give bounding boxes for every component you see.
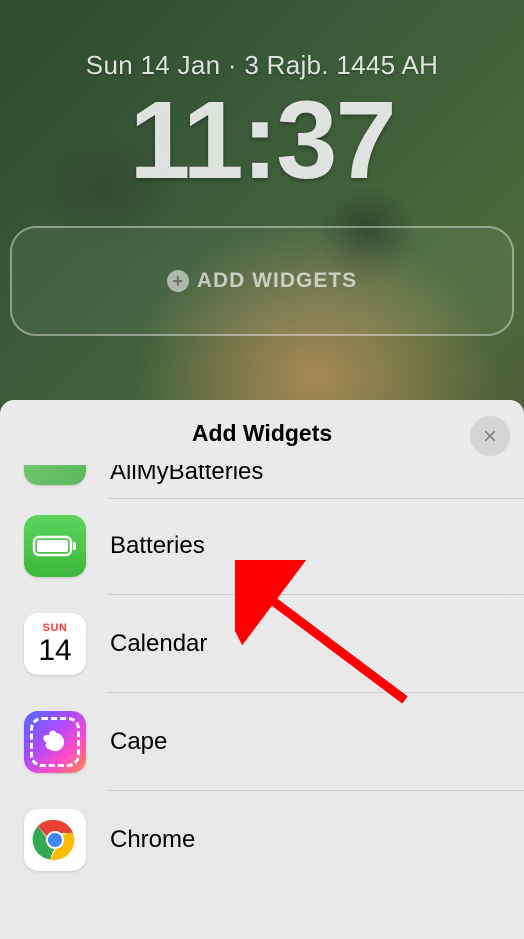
add-widgets-placeholder[interactable]: + ADD WIDGETS [10, 226, 514, 336]
app-name-label: Chrome [110, 826, 195, 854]
close-icon [481, 427, 499, 445]
app-name-label: Batteries [110, 532, 205, 560]
close-button[interactable] [470, 416, 510, 456]
app-name-label: Calendar [110, 630, 207, 658]
plus-circle-icon: + [167, 270, 189, 292]
widget-row-cape[interactable]: Cape [0, 693, 524, 791]
sheet-header: Add Widgets [0, 400, 524, 465]
widget-row-chrome[interactable]: Chrome [0, 791, 524, 889]
batteries-icon [24, 515, 86, 577]
chrome-icon [24, 809, 86, 871]
widget-row-allmybatteries[interactable]: AllMyBatteries [0, 465, 524, 497]
calendar-date-label: 14 [38, 636, 71, 666]
add-widgets-sheet: Add Widgets AllMyBatteries Batteries [0, 400, 524, 939]
app-name-label: Cape [110, 728, 167, 756]
cape-icon [24, 711, 86, 773]
widget-row-batteries[interactable]: Batteries [0, 497, 524, 595]
time-label[interactable]: 11:37 [0, 86, 524, 196]
sheet-title: Add Widgets [0, 420, 524, 447]
date-label[interactable]: Sun 14 Jan · 3 Rajb. 1445 AH [0, 50, 524, 81]
calendar-day-label: SUN [43, 622, 68, 634]
app-name-label: AllMyBatteries [110, 465, 263, 486]
allmybatteries-icon [24, 465, 86, 485]
widget-row-calendar[interactable]: SUN 14 Calendar [0, 595, 524, 693]
add-widgets-label: ADD WIDGETS [197, 269, 357, 293]
lock-screen-area: Sun 14 Jan · 3 Rajb. 1445 AH 11:37 + ADD… [0, 0, 524, 336]
calendar-icon: SUN 14 [24, 613, 86, 675]
widget-list[interactable]: AllMyBatteries Batteries SUN 14 Calendar [0, 465, 524, 939]
